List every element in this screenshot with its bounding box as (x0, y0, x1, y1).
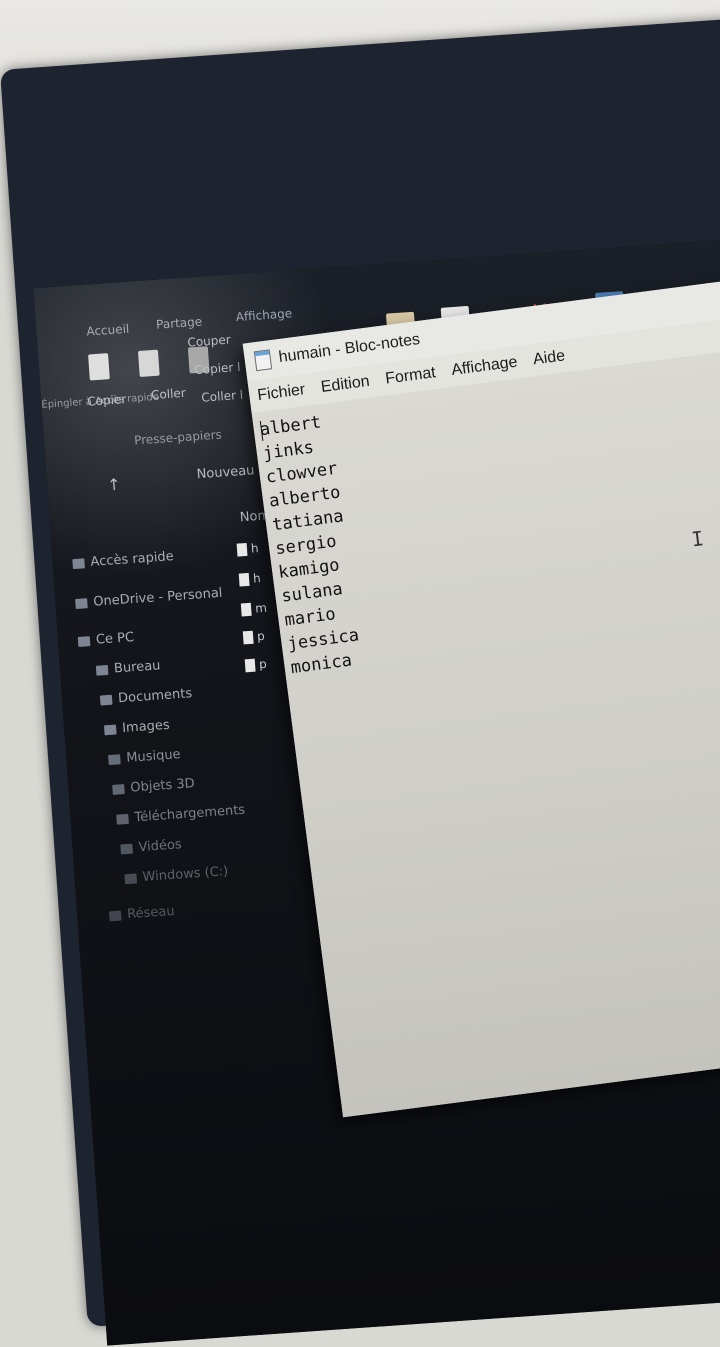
text-file-icon (238, 572, 250, 587)
nav-item-downloads[interactable]: Téléchargements (116, 803, 246, 827)
nav-item-network[interactable]: Réseau (108, 904, 175, 924)
nav-item-3d-objects[interactable]: Objets 3D (112, 776, 195, 797)
nav-item-music[interactable]: Musique (108, 747, 181, 767)
copy-icon (137, 349, 160, 377)
tab-accueil[interactable]: Accueil (86, 322, 130, 339)
nav-item-images[interactable]: Images (103, 718, 170, 738)
nav-item-this-pc[interactable]: Ce PC (77, 630, 135, 649)
notepad-icon (253, 349, 273, 372)
file-row[interactable]: p (244, 657, 267, 672)
text-file-icon (244, 658, 256, 672)
documents-icon (99, 694, 113, 706)
file-row[interactable]: p (242, 629, 265, 644)
file-row[interactable]: m (240, 601, 267, 617)
pin-icon (88, 353, 110, 381)
nav-item-windows-drive[interactable]: Windows (C:) (124, 864, 229, 886)
nav-item-videos[interactable]: Vidéos (120, 837, 182, 856)
nav-item-quick-access[interactable]: Accès rapide (72, 549, 174, 571)
video-icon (120, 843, 133, 854)
network-icon (108, 910, 122, 921)
images-icon (103, 724, 117, 735)
cut-button[interactable]: Couper (187, 333, 231, 350)
copy-path-button[interactable]: Copier l (194, 360, 241, 377)
paste-button[interactable]: Coller (151, 386, 187, 402)
nav-item-documents[interactable]: Documents (99, 686, 193, 707)
computer-icon (77, 635, 91, 647)
text-file-icon (236, 542, 248, 557)
cloud-icon (75, 597, 88, 609)
laptop-bezel: Accueil Partage Affichage ✕ Épingler à A… (0, 16, 720, 1346)
menu-view[interactable]: Affichage (450, 354, 518, 380)
drive-icon (124, 872, 138, 884)
file-row[interactable]: h (238, 571, 261, 587)
tab-affichage[interactable]: Affichage (235, 306, 292, 324)
file-row[interactable]: h (236, 541, 259, 557)
text-file-icon (242, 630, 254, 644)
laptop-screen: Accueil Partage Affichage ✕ Épingler à A… (33, 236, 720, 1346)
copy-button[interactable]: Copier (87, 392, 127, 409)
nav-item-desktop[interactable]: Bureau (95, 658, 161, 677)
text-file-icon (240, 602, 252, 616)
tab-partage[interactable]: Partage (156, 315, 203, 332)
paste-shortcut-button[interactable]: Coller l (201, 388, 244, 405)
clipboard-group-label: Presse-papiers (133, 427, 223, 448)
menu-help[interactable]: Aide (532, 347, 566, 369)
menu-file[interactable]: Fichier (256, 381, 306, 405)
menu-format[interactable]: Format (384, 364, 437, 388)
cube-icon (112, 783, 125, 795)
star-icon (72, 557, 85, 569)
music-icon (108, 753, 121, 765)
up-arrow-icon[interactable]: ↑ (107, 475, 122, 495)
desktop-icon (95, 664, 109, 676)
menu-edit[interactable]: Edition (320, 373, 371, 397)
download-icon (116, 813, 129, 825)
nav-item-onedrive[interactable]: OneDrive - Personal (75, 586, 223, 611)
